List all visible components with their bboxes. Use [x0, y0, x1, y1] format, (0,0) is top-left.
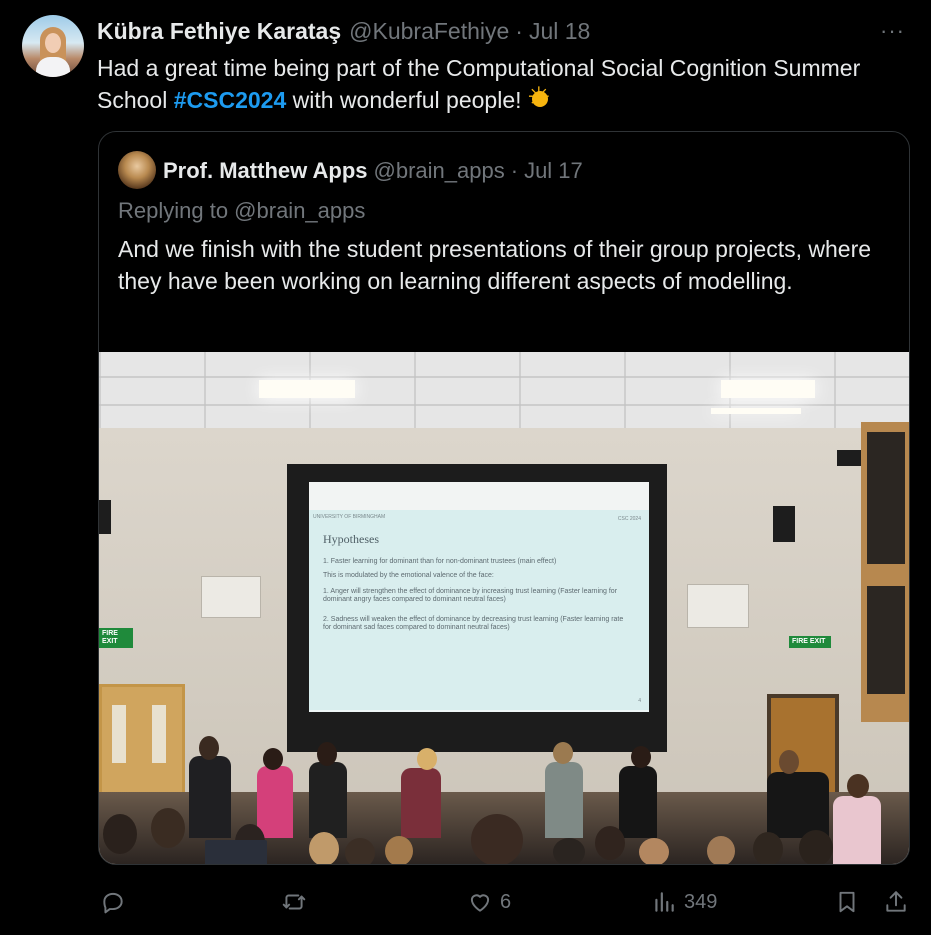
- audience-head: [471, 814, 523, 864]
- fire-exit-sign: FIRE EXIT: [789, 636, 831, 648]
- slide-logo: UNIVERSITY OF BIRMINGHAM: [313, 514, 386, 520]
- wall-board: [687, 584, 749, 628]
- slide-tag: CSC 2024: [617, 516, 641, 522]
- share-button[interactable]: [883, 882, 909, 922]
- header-separator: ·: [515, 17, 523, 44]
- tweet-date[interactable]: Jul 18: [529, 18, 590, 45]
- tweet-text-after: with wonderful people!: [286, 87, 522, 113]
- audience-head: [707, 836, 735, 864]
- wall-speaker: [99, 500, 111, 534]
- ceiling-light: [711, 408, 801, 414]
- wall-board: [201, 576, 261, 618]
- audience-member: [833, 796, 881, 864]
- presenter-head: [553, 742, 573, 764]
- quoted-author-avatar: [118, 151, 156, 189]
- presentation-slide: UNIVERSITY OF BIRMINGHAM CSC 2024 Hypoth…: [309, 510, 649, 710]
- retweet-button[interactable]: [281, 882, 314, 922]
- audience-head: [309, 832, 339, 864]
- action-bar: 6 349: [0, 882, 931, 922]
- door-window: [152, 705, 166, 763]
- audience-head: [595, 826, 625, 860]
- quoted-separator: ·: [510, 158, 519, 183]
- audience-head: [753, 832, 783, 864]
- audience-head: [103, 814, 137, 854]
- door-window: [112, 705, 126, 763]
- audience-head: [553, 838, 585, 864]
- audience-head: [345, 838, 375, 864]
- slide-line: 2. Sadness will weaken the effect of dom…: [323, 616, 624, 631]
- wall-speaker: [837, 450, 861, 466]
- wall-speaker: [773, 506, 795, 542]
- wall-panel-pane: [867, 432, 905, 564]
- audience-head: [151, 808, 185, 848]
- quoted-header: Prof. Matthew Apps @brain_apps · Jul 17: [163, 157, 583, 185]
- presenter-head: [779, 750, 799, 774]
- heart-icon: [470, 894, 490, 912]
- audience-head: [639, 838, 669, 864]
- replying-to: Replying to @brain_apps: [118, 198, 366, 223]
- wall-panel-pane: [867, 586, 905, 694]
- presenter: [309, 762, 347, 838]
- presenter-head: [263, 748, 283, 770]
- audience-head: [385, 836, 413, 864]
- bookmark-icon: [839, 891, 855, 913]
- presenter: [545, 762, 583, 838]
- presenter: [189, 756, 231, 838]
- author-avatar[interactable]: [22, 15, 84, 77]
- presenter-head: [417, 748, 437, 770]
- author-handle[interactable]: @KubraFethiye: [349, 18, 509, 45]
- presenter: [257, 766, 293, 838]
- quoted-author-handle: @brain_apps: [373, 158, 505, 183]
- ceiling-light: [259, 380, 355, 398]
- ceiling-light: [721, 380, 815, 398]
- quoted-text: And we finish with the student presentat…: [118, 236, 872, 294]
- views-button[interactable]: 349: [651, 882, 717, 922]
- slide-line: This is modulated by the emotional valen…: [323, 572, 494, 579]
- like-button[interactable]: 6: [467, 882, 511, 922]
- bookmark-button[interactable]: [834, 882, 860, 922]
- quoted-author-name: Prof. Matthew Apps: [163, 158, 368, 183]
- presenter-head: [317, 742, 337, 766]
- share-icon: [886, 891, 906, 912]
- audience-head: [799, 830, 833, 864]
- slide-title: Hypotheses: [323, 532, 379, 546]
- audience-head: [847, 774, 869, 798]
- views-count: 349: [684, 890, 718, 913]
- presenter: [619, 766, 657, 838]
- slide-page-number: 4: [638, 698, 641, 704]
- views-icon: [655, 892, 674, 912]
- tweet-text: Had a great time being part of the Compu…: [97, 52, 917, 116]
- tweet-header: Kübra Fethiye Karataş @KubraFethiye · Ju…: [97, 17, 590, 45]
- presenter: [767, 772, 829, 838]
- fire-exit-sign: FIRE EXIT: [99, 628, 133, 648]
- author-name[interactable]: Kübra Fethiye Karataş: [97, 18, 341, 45]
- laptop: [205, 840, 267, 864]
- presenter-head: [199, 736, 219, 760]
- more-options-icon[interactable]: ···: [880, 18, 905, 44]
- wall-panel: [861, 422, 909, 722]
- slide-line: 1. Anger will strengthen the effect of d…: [323, 588, 618, 603]
- reply-button[interactable]: [100, 882, 133, 922]
- sun-emoji-icon: [526, 81, 554, 113]
- presenter: [401, 768, 441, 838]
- like-count: 6: [500, 890, 512, 913]
- retweet-icon: [282, 894, 306, 910]
- avatar-face: [45, 33, 61, 53]
- quoted-tweet[interactable]: Prof. Matthew Apps @brain_apps · Jul 17 …: [98, 131, 910, 865]
- hashtag-link[interactable]: #CSC2024: [174, 87, 287, 113]
- tweet-photo[interactable]: FIRE EXIT FIRE EXIT UNIVERSITY OF BIRMIN…: [99, 352, 909, 864]
- slide-line: 1. Faster learning for dominant than for…: [323, 558, 557, 565]
- presenter-head: [631, 746, 651, 768]
- avatar-body: [36, 57, 70, 77]
- quoted-date: Jul 17: [524, 158, 583, 183]
- reply-icon: [103, 892, 123, 914]
